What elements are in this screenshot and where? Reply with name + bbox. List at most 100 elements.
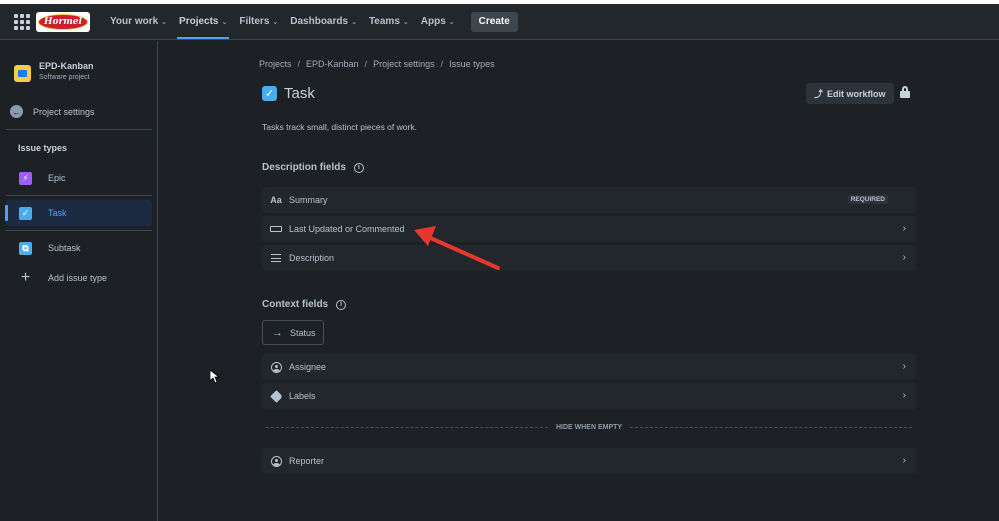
nav-filters[interactable]: Filters ⌄ (233, 4, 284, 39)
field-label: Reporter (289, 456, 325, 466)
tag-icon (269, 389, 283, 403)
add-issue-type-button[interactable]: + Add issue type (6, 265, 152, 291)
arrow-right-icon: → (272, 326, 283, 339)
chevron-down-icon: ⌄ (402, 18, 409, 26)
app-switcher-icon[interactable] (12, 12, 32, 32)
breadcrumb-issue-types[interactable]: Issue types (449, 59, 495, 69)
field-labels[interactable]: Labels › (262, 383, 916, 409)
breadcrumb-project-settings[interactable]: Project settings (373, 59, 435, 69)
required-badge: REQUIRED (847, 195, 888, 204)
chevron-down-icon: ⌄ (351, 18, 357, 26)
hide-when-empty-divider: HIDE WHEN EMPTY (266, 421, 912, 433)
page-title: Task (284, 85, 315, 102)
logo-text: Hormel (38, 13, 88, 30)
field-summary[interactable]: Aa Summary REQUIRED (262, 187, 916, 213)
back-to-project-settings[interactable]: ← Project settings (10, 105, 95, 118)
sidebar-item-task[interactable]: ✓ Task (5, 200, 152, 226)
field-box-icon (270, 226, 282, 232)
nav-teams[interactable]: Teams ⌄ (363, 4, 415, 39)
project-avatar (14, 65, 31, 82)
create-button[interactable]: Create (470, 11, 518, 32)
field-label: Summary (289, 195, 328, 205)
chevron-right-icon: › (902, 361, 906, 372)
sidebar: EPD-Kanban Software project ← Project se… (0, 41, 158, 521)
project-name: EPD-Kanban (39, 61, 94, 71)
chevron-down-icon: ⌄ (161, 18, 168, 26)
field-last-updated-or-commented[interactable]: Last Updated or Commented › (262, 216, 916, 242)
chevron-right-icon: › (902, 223, 906, 234)
nav-dashboards-label: Dashboards (290, 16, 349, 27)
edit-workflow-button[interactable]: ⤴ Edit workflow (806, 83, 894, 104)
project-header[interactable]: EPD-Kanban Software project (14, 61, 94, 82)
breadcrumb-separator: / (364, 59, 368, 69)
nav-projects-label: Projects (179, 16, 219, 27)
text-icon: Aa (270, 195, 282, 205)
task-icon: ✓ (262, 86, 277, 101)
subtask-icon: ⧉ (19, 241, 32, 255)
chevron-right-icon: › (902, 455, 906, 466)
hide-when-empty-label: HIDE WHEN EMPTY (555, 423, 623, 431)
chevron-down-icon: ⌄ (221, 18, 228, 26)
lock-icon[interactable] (900, 86, 910, 98)
sidebar-item-label: Epic (48, 173, 66, 183)
company-logo[interactable]: Hormel (36, 11, 90, 32)
field-label: Description (289, 253, 335, 263)
plus-icon: + (20, 269, 31, 286)
divider (6, 129, 152, 130)
sidebar-item-epic[interactable]: ⚡ Epic (6, 165, 152, 191)
field-label: Labels (289, 391, 316, 401)
section-heading-label: Context fields (262, 299, 329, 310)
mouse-cursor-icon (210, 370, 220, 384)
user-icon (270, 361, 282, 373)
info-icon[interactable]: i (353, 162, 364, 173)
nav-apps[interactable]: Apps ⌄ (415, 4, 461, 39)
nav-menu: Your work ⌄ Projects ⌄ Filters ⌄ Dashboards… (104, 4, 518, 39)
task-icon: ✓ (19, 206, 32, 220)
workflow-icon: ⤴ (814, 89, 824, 99)
nav-dashboards[interactable]: Dashboards ⌄ (284, 4, 363, 39)
description-fields-heading: Description fields i (262, 162, 364, 173)
page-description: Tasks track small, distinct pieces of wo… (262, 122, 417, 132)
breadcrumb: Projects / EPD-Kanban / Project settings… (259, 59, 495, 69)
chevron-right-icon: › (902, 252, 906, 263)
nav-your-work[interactable]: Your work ⌄ (104, 4, 173, 39)
status-label: Status (290, 327, 316, 338)
arrow-left-icon: ← (10, 105, 23, 118)
nav-teams-label: Teams (368, 16, 400, 27)
field-description[interactable]: Description › (262, 245, 916, 271)
sidebar-item-label: Task (48, 208, 67, 218)
breadcrumb-projects[interactable]: Projects (259, 59, 292, 69)
nav-projects[interactable]: Projects ⌄ (173, 4, 233, 39)
info-icon[interactable]: i (336, 299, 347, 310)
add-issue-type-label: Add issue type (48, 273, 108, 283)
status-field[interactable]: → Status (262, 320, 324, 345)
project-type: Software project (39, 74, 90, 81)
lines-icon (270, 254, 282, 262)
breadcrumb-separator: / (297, 59, 301, 69)
top-navigation: Hormel Your work ⌄ Projects ⌄ Filters ⌄ Das… (0, 4, 999, 40)
field-label: Last Updated or Commented (289, 224, 405, 234)
user-icon (270, 455, 282, 467)
breadcrumb-project[interactable]: EPD-Kanban (306, 59, 359, 69)
divider (6, 230, 152, 231)
back-label: Project settings (33, 106, 95, 117)
nav-filters-label: Filters (239, 16, 270, 27)
sidebar-item-label: Subtask (48, 243, 81, 253)
divider (6, 195, 152, 196)
context-fields-heading: Context fields i (262, 299, 347, 310)
epic-icon: ⚡ (19, 171, 32, 185)
chevron-down-icon: ⌄ (272, 18, 279, 26)
field-label: Assignee (289, 362, 327, 372)
breadcrumb-separator: / (440, 59, 444, 69)
chevron-right-icon: › (902, 390, 906, 401)
annotation-arrow (414, 226, 500, 270)
nav-apps-label: Apps (420, 16, 446, 27)
page-title-row: ✓ Task (262, 85, 315, 102)
field-reporter[interactable]: Reporter › (262, 448, 916, 474)
sidebar-item-subtask[interactable]: ⧉ Subtask (6, 235, 152, 261)
sidebar-section-heading: Issue types (18, 143, 68, 153)
field-assignee[interactable]: Assignee › (262, 354, 916, 380)
nav-your-work-label: Your work (110, 16, 159, 27)
section-heading-label: Description fields (262, 162, 346, 173)
edit-workflow-label: Edit workflow (827, 88, 886, 99)
